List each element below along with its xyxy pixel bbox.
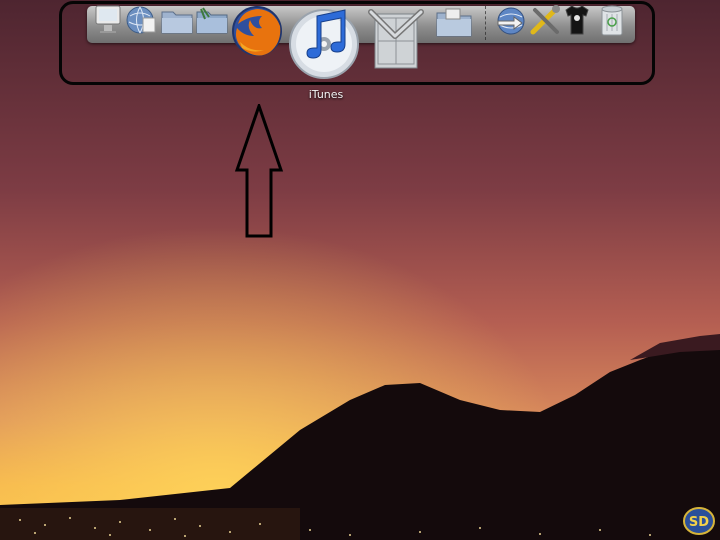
corner-logo-icon: SD [683, 507, 715, 535]
dock-highlight-outline [59, 1, 655, 85]
dock-hover-label: iTunes [308, 88, 344, 101]
up-arrow-annotation [234, 104, 284, 238]
svg-text:SD: SD [689, 515, 709, 530]
